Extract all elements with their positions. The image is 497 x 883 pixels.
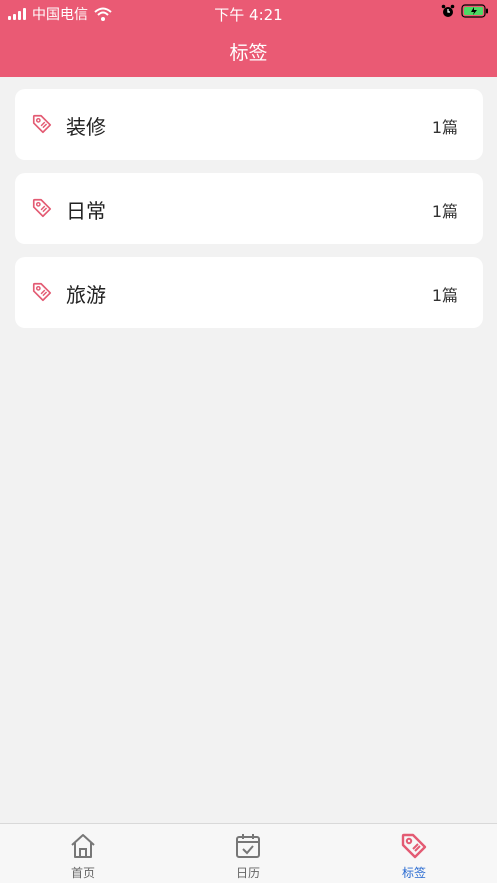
tag-count: 1篇 [431,118,458,137]
alarm-icon [441,4,455,17]
tag-name: 日常 [66,199,106,223]
tab-label: 首页 [70,866,95,880]
tab-home[interactable]: 首页 [33,832,133,881]
tag-count: 1篇 [431,286,458,305]
tag-card[interactable]: 旅游 1篇 [15,257,483,328]
tab-label: 标签 [401,866,426,880]
tag-card[interactable]: 装修 1篇 [15,89,483,160]
home-icon [71,834,95,858]
battery-icon [461,4,488,18]
tag-card[interactable]: 日常 1篇 [15,173,483,244]
tag-name: 旅游 [66,283,106,307]
status-bar: 中国电信 下午 4:21 [0,0,497,26]
tab-calendar[interactable]: 日历 [198,832,298,881]
calendar-icon [236,834,260,858]
bottom-tab-bar: 首页 日历 标签 [0,823,497,883]
page-title: 标签 [229,42,268,64]
header-bar: 中国电信 下午 4:21 标签 [0,0,497,77]
tab-tags[interactable]: 标签 [364,832,464,881]
tag-list: 装修 1篇 日常 1篇 旅游 1篇 [15,89,483,341]
tab-label: 日历 [235,866,260,880]
status-time: 下午 4:21 [214,6,283,24]
tag-name: 装修 [66,115,106,139]
tag-icon [401,833,427,859]
tag-count: 1篇 [431,202,458,221]
tag-icon [32,282,52,302]
tag-icon [32,198,52,218]
tag-icon [32,114,52,134]
